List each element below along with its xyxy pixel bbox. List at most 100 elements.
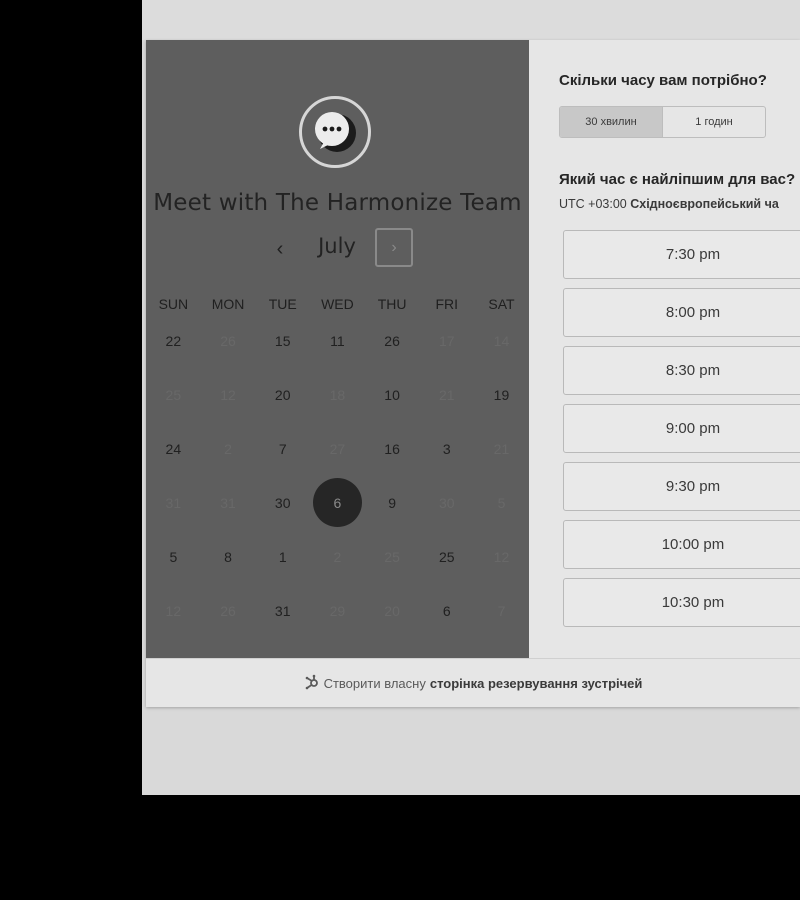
create-scheduling-page-link[interactable]: Створити власну сторінка резервування зу…	[146, 659, 800, 707]
calendar-week: 12 26 31 29 20 6 7	[146, 588, 529, 642]
calendar-week: 5 8 1 2 25 25 12	[146, 534, 529, 588]
time-slot-button[interactable]: 10:00 pm	[563, 520, 800, 569]
footer: Створити власну сторінка резервування зу…	[146, 658, 800, 707]
calendar-day-number: 8	[224, 549, 232, 565]
time-slot-button[interactable]: 9:30 pm	[563, 462, 800, 511]
calendar-day: 29	[310, 588, 365, 642]
timezone-selector[interactable]: UTC +03:00 Східноєвропейський ча	[559, 197, 779, 211]
calendar-day[interactable]: 20	[255, 372, 310, 426]
calendar-grid: SUN MON TUE WED THU FRI SAT 22 26 15 11 26 17 14 25 12…	[146, 290, 529, 642]
calendar-day-number: 2	[333, 549, 342, 565]
calendar-day[interactable]: 22	[146, 318, 201, 372]
calendar-day[interactable]: 10	[365, 372, 420, 426]
weekday-label: SUN	[158, 296, 189, 312]
calendar-day-number: 10	[384, 387, 400, 403]
time-slot-button[interactable]: 8:30 pm	[563, 346, 800, 395]
calendar-day[interactable]: 31	[255, 588, 310, 642]
calendar-day-number: 7	[278, 441, 287, 457]
month-navigation: ‹ July ›	[146, 228, 529, 270]
calendar-day-number: 12	[165, 603, 182, 619]
calendar-day-number: 6	[333, 495, 342, 511]
calendar-day-number: 31	[274, 603, 291, 619]
time-heading: Який час є найліпшим для вас?	[559, 171, 796, 188]
calendar-day-number: 26	[384, 333, 400, 349]
duration-30min-tab[interactable]: 30 хвилин	[560, 107, 663, 137]
calendar-day[interactable]: 9	[365, 480, 420, 534]
calendar-week: 31 31 30 6 9 30 5	[146, 478, 529, 534]
weekday-label: SAT	[488, 296, 515, 312]
calendar-day-number: 25	[384, 549, 400, 565]
calendar-day-number: 5	[497, 495, 506, 511]
next-month-button[interactable]: ›	[375, 228, 413, 267]
booking-panel: Скільки часу вам потрібно? 30 хвилин 1 г…	[529, 40, 800, 658]
calendar-day-number: 2	[224, 441, 232, 457]
calendar-day-number: 9	[388, 495, 396, 511]
calendar-day: 18	[310, 372, 365, 426]
calendar-day-number: 7	[497, 603, 506, 619]
calendar-day-number: 31	[220, 495, 236, 511]
timezone-offset: UTC +03:00	[559, 197, 627, 211]
prev-month-button[interactable]: ‹	[270, 236, 290, 262]
time-slot-button[interactable]: 8:00 pm	[563, 288, 800, 337]
calendar-day[interactable]: 16	[365, 426, 420, 480]
calendar-day[interactable]: 1	[255, 534, 310, 588]
sprocket-icon	[304, 674, 320, 693]
calendar-day-number: 26	[220, 603, 236, 619]
calendar-day-number: 19	[493, 387, 510, 403]
calendar-day: 30	[419, 480, 474, 534]
calendar-day-number: 29	[329, 603, 346, 619]
calendar-day[interactable]: 8	[201, 534, 256, 588]
weekday-label: TUE	[268, 296, 297, 312]
footer-bold: сторінка резервування зустрічей	[429, 675, 643, 691]
calendar-day: 26	[201, 588, 256, 642]
calendar-day-number: 3	[442, 441, 451, 457]
calendar-day-number: 24	[165, 441, 182, 457]
calendar-day[interactable]: 7	[255, 426, 310, 480]
calendar-day: 2	[201, 426, 256, 480]
month-label: July	[318, 234, 356, 258]
calendar-day-number: 5	[169, 549, 178, 565]
calendar-week: 25 12 20 18 10 21 19	[146, 372, 529, 426]
calendar-day-number: 17	[438, 333, 455, 349]
calendar-day-number: 25	[165, 387, 182, 403]
weekday-label: THU	[377, 296, 407, 312]
calendar-day[interactable]: 5	[146, 534, 201, 588]
calendar-day[interactable]: 26	[365, 318, 420, 372]
calendar-day-number: 30	[438, 495, 455, 511]
calendar-day: 21	[419, 372, 474, 426]
time-slot-button[interactable]: 9:00 pm	[563, 404, 800, 453]
calendar-day-number: 1	[278, 549, 287, 565]
footer-prefix: Створити власну	[323, 675, 426, 691]
calendar-day: 21	[474, 426, 529, 480]
weekday-header: SUN MON TUE WED THU FRI SAT	[146, 290, 529, 318]
meetings-card: Meet with The Harmonize Team ‹ July › SU…	[146, 40, 800, 707]
calendar-day[interactable]: 24	[146, 426, 201, 480]
calendar-day: 7	[474, 588, 529, 642]
time-slot-button[interactable]: 7:30 pm	[563, 230, 800, 279]
calendar-day: 5	[474, 480, 529, 534]
calendar-day[interactable]: 3	[419, 426, 474, 480]
calendar-day: 31	[201, 480, 256, 534]
calendar-day[interactable]: 6	[419, 588, 474, 642]
calendar-day-number: 15	[274, 333, 291, 349]
calendar-day: 20	[365, 588, 420, 642]
calendar-day[interactable]: 30	[255, 480, 310, 534]
calendar-day[interactable]: 19	[474, 372, 529, 426]
calendar-day-number: 12	[220, 387, 236, 403]
time-slot-button[interactable]: 10:30 pm	[563, 578, 800, 627]
calendar-day: 26	[201, 318, 256, 372]
duration-1h-tab[interactable]: 1 годин	[663, 107, 765, 137]
calendar-day-number: 6	[442, 603, 451, 619]
top-strip	[142, 0, 800, 40]
calendar-day[interactable]: 11	[310, 318, 365, 372]
calendar-day-selected[interactable]: 6	[310, 478, 365, 534]
calendar-day-number: 12	[493, 549, 510, 565]
calendar-day[interactable]: 15	[255, 318, 310, 372]
calendar-day-number: 20	[274, 387, 291, 403]
weekday-label: FRI	[435, 296, 459, 312]
calendar-day-number: 30	[274, 495, 291, 511]
calendar-day[interactable]: 25	[419, 534, 474, 588]
calendar-panel: Meet with The Harmonize Team ‹ July › SU…	[146, 40, 529, 658]
calendar-day-number: 21	[493, 441, 510, 457]
calendar-day: 17	[419, 318, 474, 372]
